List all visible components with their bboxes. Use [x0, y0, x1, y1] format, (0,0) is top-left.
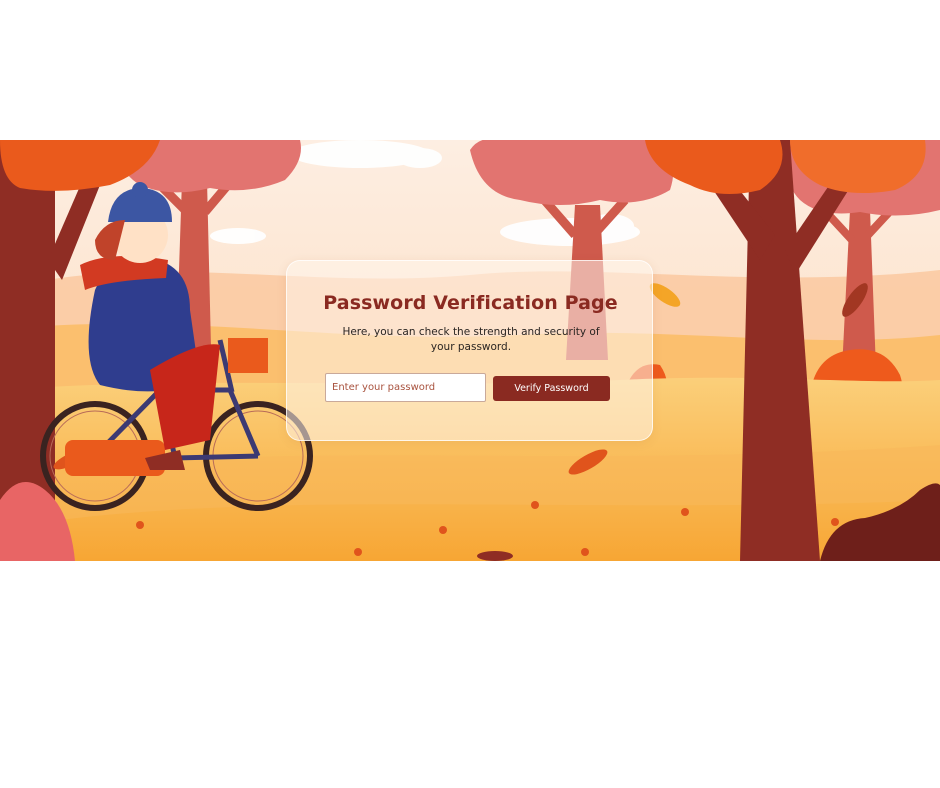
password-input[interactable] [325, 373, 486, 402]
page-description: Here, you can check the strength and sec… [342, 326, 600, 353]
password-verification-card: Password Verification Page Here, you can… [286, 260, 653, 441]
page: Password Verification Page Here, you can… [0, 0, 940, 788]
verify-password-button[interactable]: Verify Password [493, 376, 610, 401]
page-title: Password Verification Page [323, 292, 618, 314]
